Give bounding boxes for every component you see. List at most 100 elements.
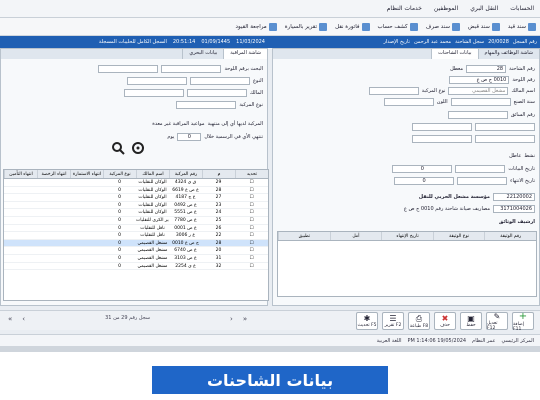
table-cell: ☐ [249, 233, 254, 239]
save-button[interactable]: ▣ حفظ [460, 312, 482, 330]
days-input[interactable]: 0 [177, 133, 202, 141]
toolbar-vehicle-report[interactable]: تقرير بالسيارة [285, 22, 328, 31]
driver3-field[interactable] [412, 123, 472, 131]
save-icon: ▣ [467, 314, 475, 323]
expiry-field[interactable] [457, 177, 508, 185]
table-cell [4, 202, 37, 209]
company-code[interactable]: 22120002 [493, 193, 535, 201]
menu-employees[interactable]: الموظفين [434, 5, 458, 12]
tab-monitoring[interactable]: شاشة المراقبة [223, 49, 267, 59]
radio-inactive[interactable]: عاطل [509, 153, 521, 159]
last-record-icon[interactable]: » [243, 315, 247, 323]
toolbar-payment[interactable]: سند صرف [426, 22, 460, 31]
menu-land-transport[interactable]: النقل البري [470, 5, 498, 12]
table-row[interactable]: ☐ 29 4324 ق ي الوكان للنقليات 0 [4, 179, 268, 187]
date-field[interactable] [455, 165, 506, 173]
row-truck-no: رقم الشاحنة 28 معطل [450, 65, 535, 73]
table-cell: 29 [215, 180, 222, 185]
table-cell: 28 [215, 240, 222, 246]
driver4-field[interactable] [475, 135, 535, 143]
owner-filter[interactable] [186, 89, 247, 97]
table-cell: 6619 ع ص ع [172, 187, 199, 193]
truck-no-field[interactable]: 28 [466, 65, 507, 73]
next-record-icon[interactable]: › [230, 315, 233, 323]
menu-accounts[interactable]: الحسابات [510, 5, 534, 12]
row-days: تنتهي الأي في الرسمية خلال 0 يوم [167, 133, 263, 141]
type-field[interactable] [368, 87, 419, 95]
edit-button[interactable]: ✎ تعديل F12 [486, 312, 508, 331]
table-row[interactable]: ☐ 25 7780 ع ص تقدير الكري للنقليات 0 [4, 217, 268, 225]
amount-a-field[interactable]: 0 [392, 165, 453, 173]
row-model: سنة الصنع اللون [383, 98, 535, 106]
toolbar-statement[interactable]: كشف حساب [378, 22, 418, 31]
delete-button[interactable]: ✖ حذف [434, 312, 456, 330]
table-cell: 26 [215, 225, 222, 231]
toolbar-review-entries[interactable]: مراجعة القيود [236, 22, 277, 31]
driver-field[interactable] [447, 111, 508, 119]
table-row[interactable]: ☐ 28 0010 ج ص ع مشغل القصيمي 0 [4, 239, 268, 248]
tab-marine[interactable]: بيانات البحري [182, 49, 223, 59]
radio-active[interactable]: نشط [524, 153, 535, 159]
table-cell: ☐ [249, 210, 254, 216]
table-cell [4, 225, 37, 232]
amount-b-field[interactable]: 0 [394, 177, 455, 185]
refresh-button[interactable]: ✱ تحديث F5 [356, 312, 378, 330]
table-row[interactable]: ☐ 24 5551 ع ص الوكان للنقليات 0 [4, 209, 268, 217]
search-input-2[interactable] [98, 65, 159, 73]
toolbar: سند قيد سند قبض سند صرف كشف حساب فاتورة … [0, 18, 540, 36]
prev-record-icon[interactable]: ‹ [22, 315, 25, 323]
right-tabs: شاشة الوظائف والمهام بيانات الشاحنات [273, 49, 539, 59]
table-row[interactable]: ☐ 31 3103 ع ص مشغل القصيمي 0 [4, 255, 268, 263]
row-checks: المركبة لديها أي إلى منتهية مواعيد المرا… [152, 121, 263, 127]
model-field[interactable] [450, 98, 511, 106]
table-cell: 28 [215, 187, 222, 193]
table-row[interactable]: ☐ 27 4187 ع ج الوكان للنقليات 0 [4, 194, 268, 202]
table-row[interactable]: ☐ 26 0001 ع ص ناقل للنقليات 0 [4, 225, 268, 233]
refresh-icon[interactable] [131, 141, 145, 155]
table-cell: 0010 ج ص ع [172, 240, 199, 246]
print-button[interactable]: ⎙ طباعة F8 [408, 312, 430, 330]
report-button[interactable]: ☰ تقرير F2 [382, 312, 404, 330]
search-input[interactable] [161, 65, 222, 73]
table-cell: مشغل القصيمي [137, 255, 168, 261]
table-cell: 31 [215, 255, 222, 261]
owner-field[interactable]: مشغل القصيمي [448, 87, 509, 95]
check-active-expiry[interactable]: المركبة لديها أي إلى منتهية [208, 121, 263, 127]
tab-jobs[interactable]: شاشة الوظائف والمهام [477, 49, 539, 59]
table-row[interactable]: ☐ 22 3006 ع ر ناقل للنقليات 0 [4, 232, 268, 240]
table-cell: الوكان للنقليات [138, 210, 167, 216]
toolbar-journal-entry[interactable]: سند قيد [508, 22, 536, 31]
trucks-grid-body: ☐ 29 4324 ق ي الوكان للنقليات 0 ☐ 28 6619 ع ص ع… [4, 179, 268, 271]
documents-grid: رقم الوثيقة نوع الوثيقة تاريخ الإنتهاء أ… [277, 231, 537, 297]
status-check-label[interactable]: معطل [450, 66, 463, 72]
type-filter-2[interactable] [127, 77, 187, 85]
table-row[interactable]: ☐ 23 0492 ع ص الوكان للنقليات 0 [4, 202, 268, 210]
row-owner-filter: المالك [123, 89, 263, 97]
owner-filter-2[interactable] [123, 89, 184, 97]
add-button[interactable]: + إضافة F11 [512, 311, 534, 332]
account-code[interactable]: 3171004026 [493, 205, 535, 213]
first-record-icon[interactable]: « [8, 315, 12, 323]
table-row[interactable]: ☐ 32 2254 ع ي مشغل القصيمي 0 [4, 263, 268, 271]
table-row[interactable]: ☐ 20 6740 ع ص مشغل القصيمي 0 [4, 247, 268, 255]
model-filter[interactable] [176, 101, 237, 109]
table-cell [70, 202, 103, 209]
plate-field[interactable]: 0010 ج ص ع [449, 76, 510, 84]
color-field[interactable] [383, 98, 434, 106]
search-icon[interactable] [111, 141, 125, 155]
status-datetime: PM 1:14:06 19/05/2024 [407, 337, 467, 344]
table-cell [37, 263, 70, 270]
toolbar-receipt[interactable]: سند قبض [468, 22, 500, 31]
tab-trucks[interactable]: بيانات الشاحنات [431, 49, 478, 59]
table-row[interactable]: ☐ 28 6619 ع ص ع الوكان للنقليات 0 [4, 187, 268, 195]
check-not-prepared[interactable]: مواعيد المراقبة غير معدة [152, 121, 204, 127]
driver5-field[interactable] [412, 135, 472, 143]
menu-system-services[interactable]: خدمات النظام [387, 5, 422, 12]
table-cell [70, 240, 103, 247]
review-icon [268, 22, 277, 31]
type-filter[interactable] [190, 77, 250, 85]
table-cell: ☐ [249, 225, 254, 231]
driver2-field[interactable] [475, 123, 535, 131]
toolbar-transport-invoice[interactable]: فاتورة نقل [335, 22, 370, 31]
status-bar: المركز الرئيسي عمر النظام PM 1:14:06 19/… [0, 334, 540, 346]
